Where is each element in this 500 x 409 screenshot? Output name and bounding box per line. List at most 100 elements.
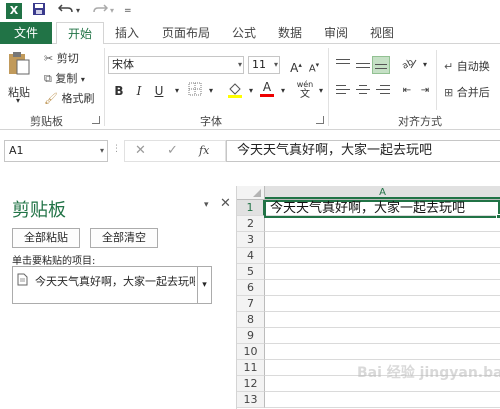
close-icon[interactable]: ✕ xyxy=(220,196,231,211)
undo-dropdown-icon[interactable]: ▾ xyxy=(76,2,80,20)
clear-all-button[interactable]: 全部清空 xyxy=(90,228,158,248)
cell-row[interactable] xyxy=(265,392,500,408)
tab-insert[interactable]: 插入 xyxy=(108,22,146,44)
row-header[interactable]: 4 xyxy=(237,248,265,264)
paste-icon xyxy=(9,52,30,75)
borders-dropdown-icon[interactable]: ▾ xyxy=(202,82,220,100)
align-bottom-button[interactable] xyxy=(372,56,390,74)
tab-formulas[interactable]: 公式 xyxy=(226,22,262,44)
title-bar: X ▾ ▾ = xyxy=(0,0,500,22)
orientation-dropdown-icon[interactable]: ▾ xyxy=(416,56,434,74)
cut-label: 剪切 xyxy=(56,52,79,65)
fill-bucket-icon xyxy=(228,83,242,98)
font-size-select[interactable]: 11 ▾ xyxy=(248,56,280,74)
row-header[interactable]: 2 xyxy=(237,216,265,232)
wrap-text-button[interactable]: ↵ 自动换 xyxy=(444,58,490,74)
decrease-indent-button[interactable]: ⇤ xyxy=(398,82,416,100)
worksheet-grid[interactable]: A 1 2 3 4 5 6 7 8 9 10 11 12 13 今天天气真好啊，大家一起去玩吧 Bai … xyxy=(237,186,500,409)
tab-file[interactable]: 文件 xyxy=(0,22,52,44)
cut-button[interactable]: ✂ 剪切 xyxy=(44,50,79,66)
row-header[interactable]: 5 xyxy=(237,264,265,280)
tab-view[interactable]: 视图 xyxy=(364,22,400,44)
enter-icon[interactable]: ✓ xyxy=(167,143,178,158)
redo-dropdown-icon[interactable]: ▾ xyxy=(110,2,114,20)
row-header[interactable]: 11 xyxy=(237,360,265,376)
font-name-select[interactable]: 宋体 ▾ xyxy=(108,56,244,74)
align-right-button[interactable] xyxy=(374,82,392,100)
tab-page-layout[interactable]: 页面布局 xyxy=(154,22,218,44)
customize-icon[interactable]: = xyxy=(124,2,132,20)
format-painter-button[interactable]: 🖌 格式刷 xyxy=(44,90,94,106)
cell-row[interactable] xyxy=(265,328,500,344)
clipboard-launcher-icon[interactable] xyxy=(92,116,100,124)
copy-label: 复制 xyxy=(55,72,78,85)
font-color-dropdown-icon[interactable]: ▾ xyxy=(274,82,292,100)
copy-dropdown-icon: ▾ xyxy=(80,75,85,84)
cell-row[interactable] xyxy=(265,312,500,328)
underline-dropdown-icon[interactable]: ▾ xyxy=(168,82,186,100)
font-launcher-icon[interactable] xyxy=(316,116,324,124)
cell-row[interactable] xyxy=(265,296,500,312)
redo-icon[interactable] xyxy=(92,2,109,20)
column-header-row: A xyxy=(237,186,500,200)
bold-button[interactable]: B xyxy=(110,82,128,100)
shrink-font-button[interactable]: A▾ xyxy=(305,56,323,74)
scissors-icon: ✂ xyxy=(44,52,54,65)
row-header[interactable]: 13 xyxy=(237,392,265,408)
row-header[interactable]: 7 xyxy=(237,296,265,312)
italic-button[interactable]: I xyxy=(130,82,148,100)
align-middle-button[interactable] xyxy=(354,56,372,74)
pane-options-icon[interactable]: ▾ xyxy=(204,200,209,210)
row-header[interactable]: 3 xyxy=(237,232,265,248)
tab-home[interactable]: 开始 xyxy=(56,22,104,45)
select-all-corner[interactable] xyxy=(237,186,265,199)
formula-input[interactable]: 今天天气真好啊，大家一起去玩吧 xyxy=(226,140,500,162)
font-size-value: 11 xyxy=(252,58,266,71)
selected-cell-a1[interactable]: 今天天气真好啊，大家一起去玩吧 xyxy=(264,200,500,219)
cell-row[interactable] xyxy=(265,280,500,296)
save-icon[interactable] xyxy=(32,2,46,20)
increase-indent-button[interactable]: ⇥ xyxy=(416,82,434,100)
cell-row[interactable] xyxy=(265,248,500,264)
merge-center-button[interactable]: ⊞ 合并后 xyxy=(444,84,490,100)
chevron-down-icon[interactable]: ▾ xyxy=(197,267,211,303)
insert-function-icon[interactable]: fx xyxy=(199,144,209,157)
cell-a1-text: 今天天气真好啊，大家一起去玩吧 xyxy=(270,201,466,216)
row-header[interactable]: 10 xyxy=(237,344,265,360)
copy-button[interactable]: ⧉ 复制 ▾ xyxy=(44,70,85,86)
alignment-group-label: 对齐方式 xyxy=(398,115,442,128)
row-header[interactable]: 8 xyxy=(237,312,265,328)
fill-handle[interactable] xyxy=(496,214,500,219)
tab-data[interactable]: 数据 xyxy=(272,22,308,44)
align-left-button[interactable] xyxy=(334,82,352,100)
tab-review[interactable]: 审阅 xyxy=(318,22,354,44)
cell-row[interactable] xyxy=(265,232,500,248)
phonetic-label: wén xyxy=(296,80,314,89)
formula-bar-grip-icon[interactable]: ⋮ xyxy=(112,144,121,154)
cancel-icon[interactable]: ✕ xyxy=(135,143,146,158)
paste-button[interactable]: 粘贴 ▾ xyxy=(6,50,34,106)
excel-logo: X xyxy=(6,3,22,19)
row-header[interactable]: 12 xyxy=(237,376,265,392)
undo-icon[interactable] xyxy=(57,2,74,20)
cell-row[interactable] xyxy=(265,344,500,360)
cell-row[interactable] xyxy=(265,216,500,232)
cell-row[interactable] xyxy=(265,264,500,280)
text-document-icon xyxy=(17,273,28,289)
name-box[interactable]: A1 ▾ xyxy=(4,140,108,162)
row-header[interactable]: 9 xyxy=(237,328,265,344)
column-header-a[interactable]: A xyxy=(265,186,500,199)
clipboard-item[interactable]: 今天天气真好啊，大家一起去玩吧 ▾ xyxy=(12,266,212,304)
watermark: Bai 经验 jingyan.baidu.com xyxy=(357,365,500,381)
grow-font-button[interactable]: A▴ xyxy=(287,56,305,75)
row-header[interactable]: 6 xyxy=(237,280,265,296)
wrap-text-label: 自动换 xyxy=(456,60,490,73)
underline-button[interactable]: U xyxy=(150,82,168,100)
row-header[interactable]: 1 xyxy=(237,200,265,216)
paste-all-button[interactable]: 全部粘贴 xyxy=(12,228,80,248)
align-center-button[interactable] xyxy=(354,82,372,100)
align-top-button[interactable] xyxy=(334,56,352,74)
ribbon: 粘贴 ▾ ✂ 剪切 ⧉ 复制 ▾ 🖌 格式刷 剪贴板 宋体 ▾ 11 ▾ A▴ … xyxy=(0,44,500,130)
shrink-font-label: A xyxy=(308,63,316,75)
font-name-value: 宋体 xyxy=(112,58,134,71)
